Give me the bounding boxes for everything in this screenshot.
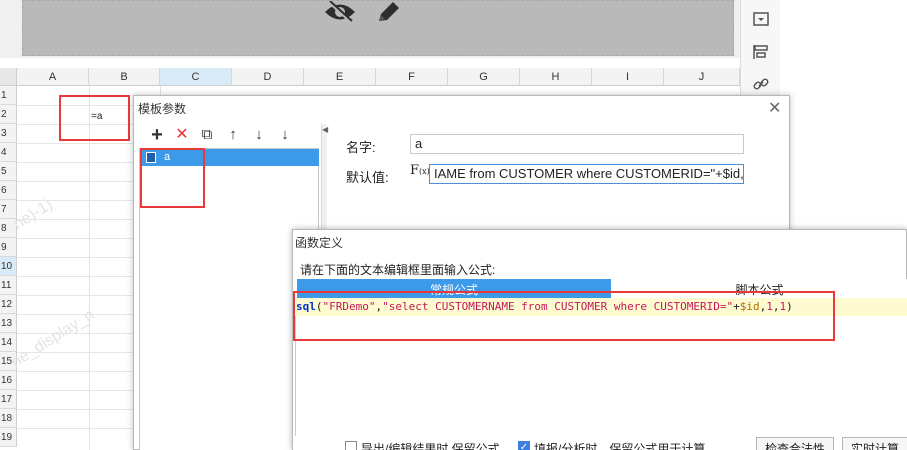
watermark-text: ne)-1) — [10, 196, 56, 234]
eye-slash-icon[interactable] — [323, 0, 357, 24]
panel-icon[interactable] — [752, 12, 770, 28]
sort-icon[interactable]: ↓ — [276, 126, 294, 144]
row-header[interactable]: 3 — [0, 124, 17, 143]
row-header[interactable]: 17 — [0, 390, 17, 409]
formula-fx-icon[interactable]: F(x) — [410, 163, 430, 178]
column-header-i[interactable]: I — [592, 68, 664, 86]
link-icon[interactable] — [752, 76, 770, 92]
row-header[interactable]: 1 — [0, 86, 17, 105]
align-icon[interactable] — [752, 44, 770, 60]
row-header[interactable]: 14 — [0, 333, 17, 352]
keep-formula-fill-checkbox[interactable]: ✓ — [518, 441, 530, 450]
row-header[interactable]: 5 — [0, 162, 17, 181]
pencil-icon[interactable] — [375, 1, 401, 23]
highlight-box-param — [140, 148, 205, 208]
column-header-b[interactable]: B — [89, 68, 160, 86]
keep-formula-export-checkbox[interactable] — [345, 441, 357, 450]
right-blank — [780, 0, 907, 95]
delete-icon[interactable]: ✕ — [173, 126, 191, 144]
check-validity-button[interactable]: 检查合法性 — [756, 437, 834, 450]
row-header[interactable]: 18 — [0, 409, 17, 428]
preview-area — [0, 0, 740, 58]
realtime-calc-button[interactable]: 实时计算 — [842, 437, 907, 450]
keep-formula-export-label: 导出/编辑结果时 保留公式 — [361, 442, 500, 450]
grid-corner[interactable] — [0, 68, 17, 86]
column-header-g[interactable]: G — [448, 68, 520, 86]
dialog-bottom-bar: 导出/编辑结果时 保留公式 ✓ 填报/分析时，保留公式用于计算 检查合法性 实时… — [293, 436, 907, 450]
row-header[interactable]: 9 — [0, 238, 17, 257]
row-header[interactable]: 19 — [0, 428, 17, 447]
row-header[interactable]: 10 — [0, 257, 17, 276]
close-icon[interactable]: ✕ — [768, 98, 781, 118]
row-header[interactable]: 2 — [0, 105, 17, 124]
copy-icon[interactable]: ⧉ — [198, 126, 216, 144]
row-header[interactable]: 4 — [0, 143, 17, 162]
row-header[interactable]: 11 — [0, 276, 17, 295]
name-label: 名字: — [346, 140, 376, 155]
row-header[interactable]: 6 — [0, 181, 17, 200]
column-header-d[interactable]: D — [232, 68, 304, 86]
column-header-f[interactable]: F — [376, 68, 448, 86]
collapse-arrow-icon[interactable]: ◀ — [322, 125, 328, 134]
highlight-box-cell — [59, 95, 130, 141]
row-header[interactable]: 13 — [0, 314, 17, 333]
row-header[interactable]: 12 — [0, 295, 17, 314]
column-header-h[interactable]: H — [520, 68, 592, 86]
default-value-field[interactable]: IAME from CUSTOMER where CUSTOMERID="+$i… — [429, 164, 744, 184]
column-header-a[interactable]: A — [17, 68, 89, 86]
column-header-c[interactable]: C — [160, 68, 232, 86]
formula-hint: 请在下面的文本编辑框里面输入公式: — [300, 263, 496, 277]
move-up-icon[interactable]: ↑ — [224, 126, 242, 144]
highlight-box-formula — [293, 291, 835, 341]
row-header[interactable]: 16 — [0, 371, 17, 390]
add-icon[interactable]: + — [148, 125, 166, 145]
preview-canvas — [22, 0, 734, 56]
name-field[interactable]: a — [410, 134, 744, 154]
move-down-icon[interactable]: ↓ — [250, 126, 268, 144]
dialog-title: 函数定义 — [295, 236, 344, 250]
default-value-label: 默认值: — [346, 170, 389, 185]
keep-formula-fill-label: 填报/分析时，保留公式用于计算 — [534, 442, 706, 450]
column-header-j[interactable]: J — [664, 68, 740, 86]
dialog-title: 模板参数 — [138, 102, 187, 116]
watermark-text: ne_display_n — [8, 306, 98, 371]
column-header-e[interactable]: E — [304, 68, 376, 86]
